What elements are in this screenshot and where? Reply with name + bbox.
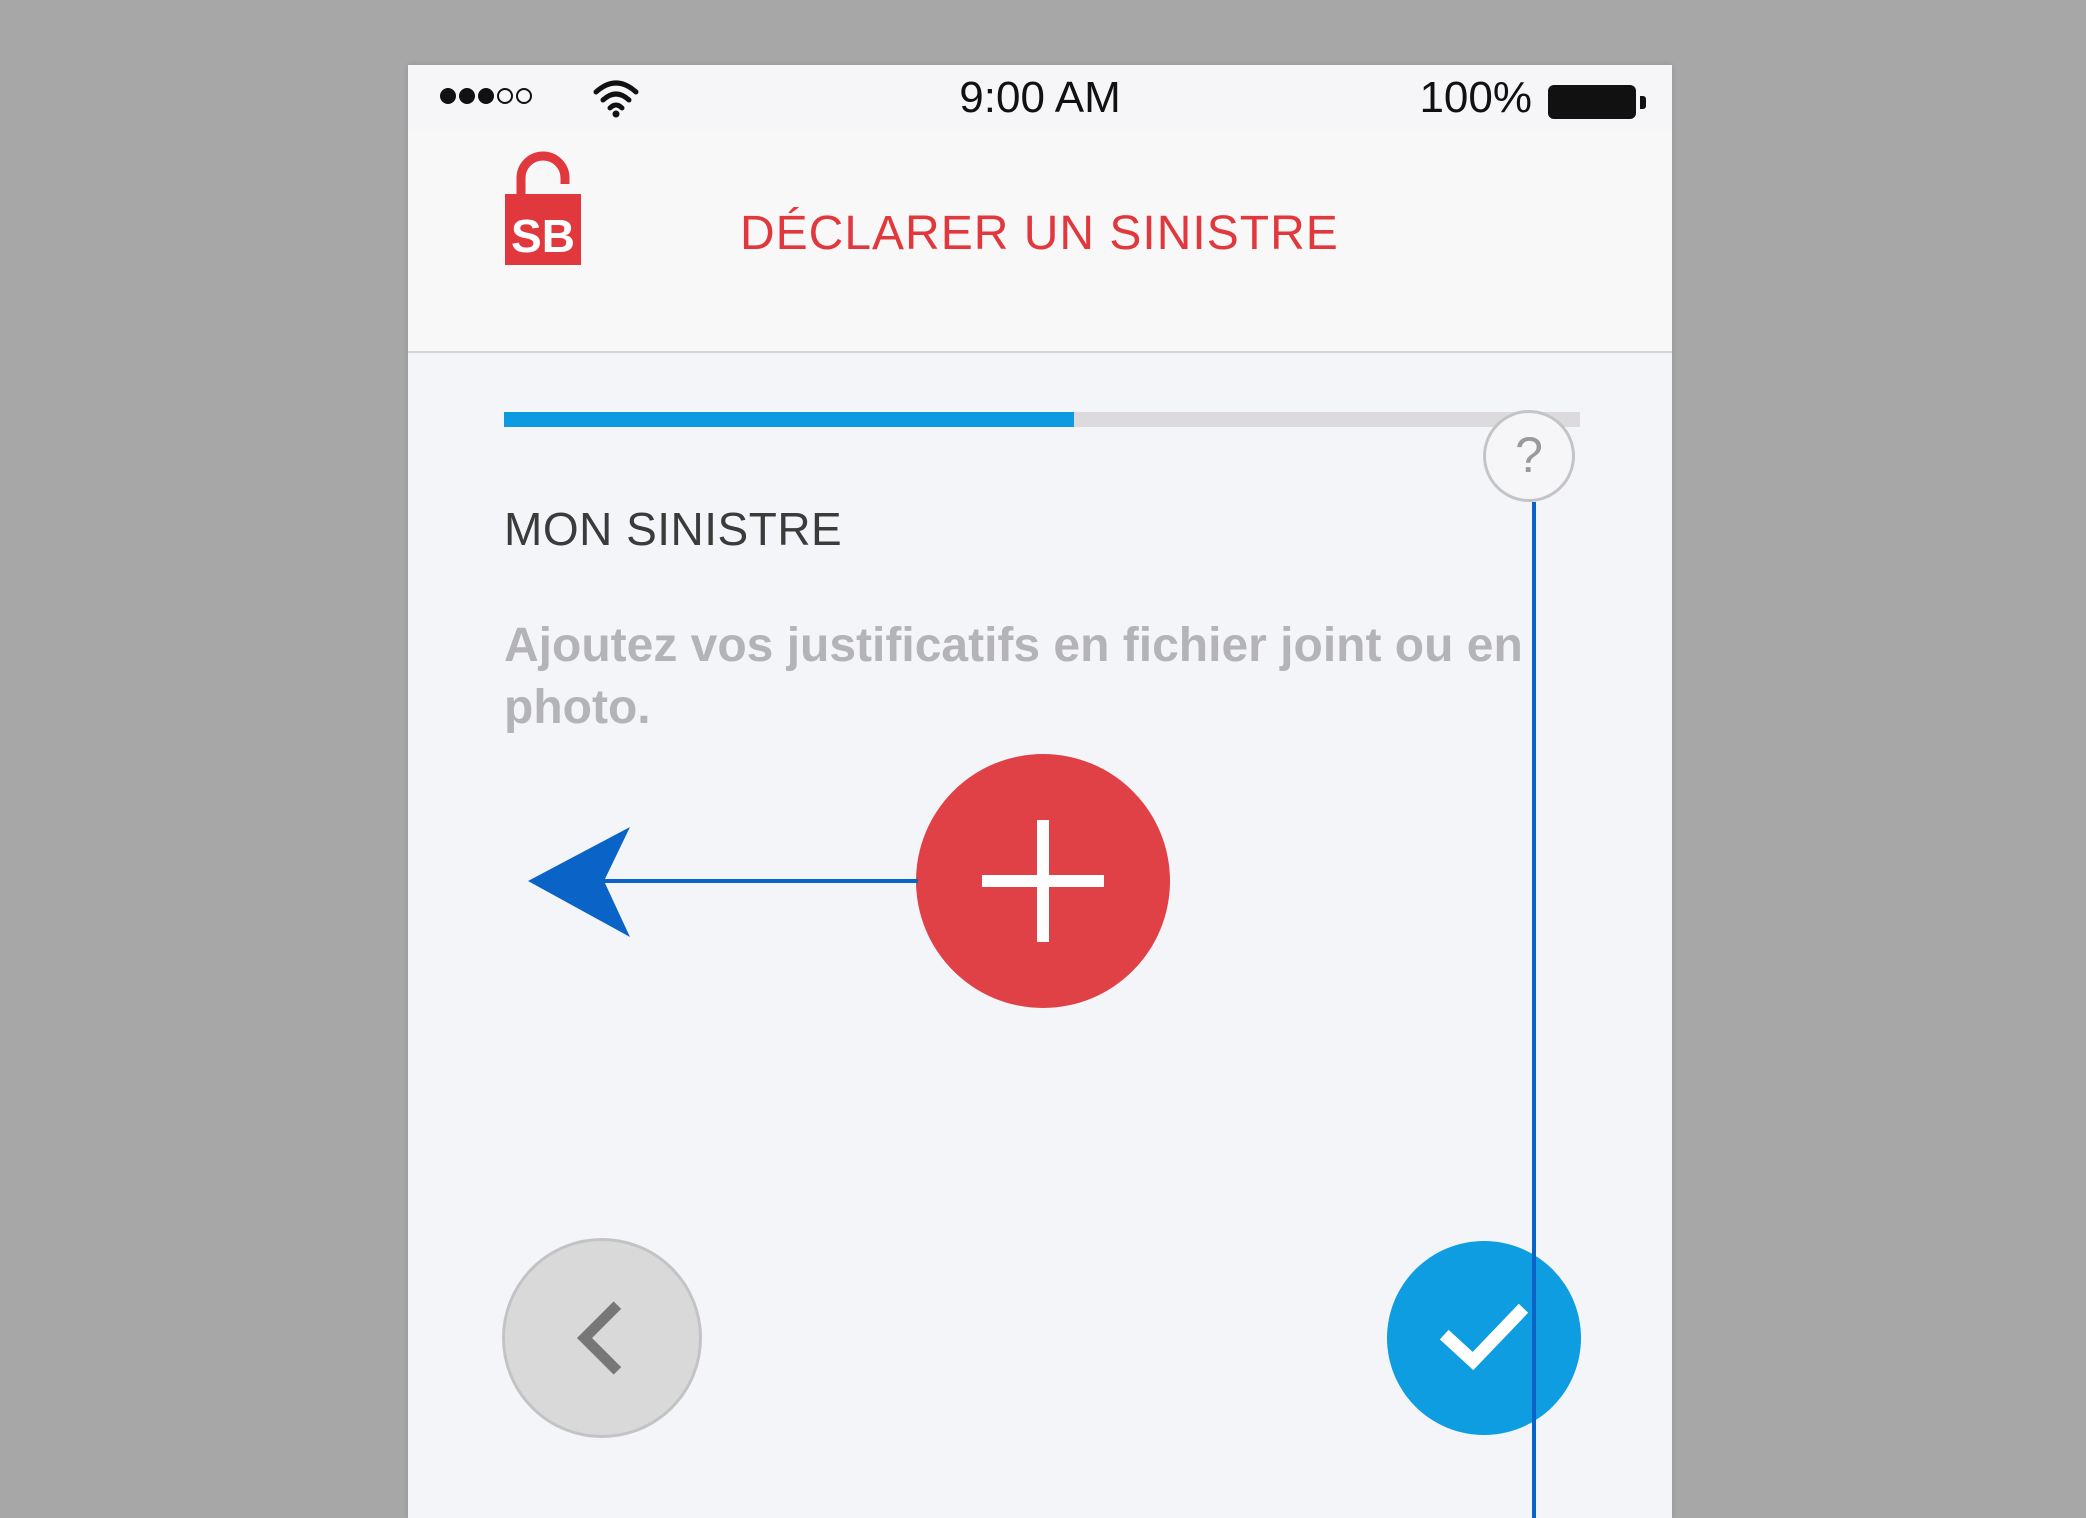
status-bar: 9:00 AM 100% xyxy=(408,65,1672,129)
section-title: MON SINISTRE xyxy=(504,503,843,555)
add-attachment-button[interactable] xyxy=(916,754,1170,1008)
chevron-left-icon xyxy=(576,1301,622,1375)
page-title: DÉCLARER UN SINISTRE xyxy=(740,207,1339,260)
progress-bar xyxy=(504,412,1580,427)
question-mark-icon: ? xyxy=(1515,427,1543,483)
battery-percentage: 100% xyxy=(1419,73,1532,122)
logo-text: SB xyxy=(511,210,575,262)
progress-bar-fill xyxy=(504,412,1075,427)
battery-icon xyxy=(1548,85,1646,121)
annotation-arrow-head-icon xyxy=(528,827,630,937)
checkmark-icon xyxy=(1439,1303,1529,1371)
instruction-text: Ajoutez vos justificatifs en fichier joi… xyxy=(504,619,1523,734)
phone-screen: 9:00 AM 100% SB DÉCLARER UN SINISTRE MON… xyxy=(408,65,1672,1518)
confirm-button[interactable] xyxy=(1387,1241,1581,1435)
help-button[interactable]: ? xyxy=(1483,410,1575,502)
back-button[interactable] xyxy=(502,1238,702,1438)
sb-logo-lock-icon: SB xyxy=(505,151,581,265)
